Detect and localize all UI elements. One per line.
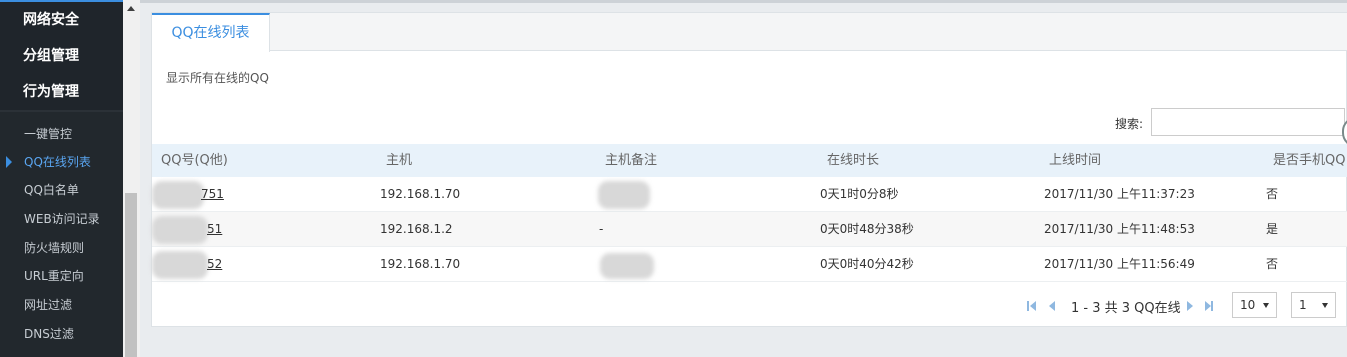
main-panel: QQ在线列表 显示所有在线的QQ 搜索: QQ号(Q他) 主机 主机备注 在线时…: [151, 12, 1347, 327]
qq-number-link[interactable]: 51: [207, 212, 222, 247]
redacted-blur: [152, 251, 208, 279]
next-page-icon[interactable]: [1187, 301, 1193, 311]
column-is-mobile-qq[interactable]: 是否手机QQ: [1273, 144, 1345, 177]
column-host[interactable]: 主机: [386, 144, 412, 177]
scroll-thumb[interactable]: [125, 193, 137, 357]
redacted-blur: [600, 253, 654, 279]
page-number-select[interactable]: 1: [1291, 292, 1336, 318]
login-time-cell: 2017/11/30 上午11:37:23: [1044, 187, 1195, 201]
column-login-time[interactable]: 上线时间: [1049, 144, 1101, 177]
table-row: 52 192.168.1.70 0天0时40分42秒 2017/11/30 上午…: [152, 247, 1347, 282]
search-input[interactable]: [1151, 108, 1345, 136]
login-time-cell: 2017/11/30 上午11:56:49: [1044, 257, 1195, 271]
chevron-down-icon: [1322, 303, 1328, 308]
sidebar-category-group-management[interactable]: 分组管理: [0, 38, 123, 74]
first-page-icon[interactable]: [1030, 301, 1036, 311]
qq-number-link[interactable]: 751: [201, 177, 224, 212]
search-label: 搜索:: [1115, 117, 1144, 131]
login-time-cell: 2017/11/30 上午11:48:53: [1044, 222, 1195, 236]
host-cell: 192.168.1.70: [380, 257, 461, 271]
sidebar-scrollbar[interactable]: [123, 0, 140, 357]
mobile-cell: 否: [1266, 187, 1279, 201]
sidebar-item-qq-online-list[interactable]: QQ在线列表: [0, 148, 123, 176]
sidebar-item-one-key-control[interactable]: 一键管控: [0, 120, 123, 148]
sidebar-category-behavior-management[interactable]: 行为管理: [0, 74, 123, 110]
main-top-strip: [140, 0, 1347, 3]
duration-cell: 0天0时40分42秒: [820, 257, 914, 271]
qq-number-link[interactable]: 52: [207, 247, 222, 282]
column-online-duration[interactable]: 在线时长: [827, 144, 879, 177]
sidebar-item-web-access-log[interactable]: WEB访问记录: [0, 205, 123, 233]
sidebar-submenu: 一键管控 QQ在线列表 QQ白名单 WEB访问记录 防火墙规则 URL重定向 网…: [0, 112, 123, 357]
duration-cell: 0天1时0分8秒: [820, 187, 899, 201]
pager-summary: 1 - 3 共 3 QQ在线: [1071, 301, 1181, 316]
column-qq[interactable]: QQ号(Q他): [161, 144, 228, 177]
redacted-blur: [152, 181, 204, 209]
table-row: 751 192.168.1.70 0天1时0分8秒 2017/11/30 上午1…: [152, 177, 1347, 212]
sidebar-category-network-security[interactable]: 网络安全: [0, 2, 123, 38]
tab-bar: QQ在线列表: [152, 13, 1347, 52]
sidebar-item-qq-whitelist[interactable]: QQ白名单: [0, 176, 123, 204]
sidebar-item-label: QQ在线列表: [24, 155, 91, 169]
host-cell: 192.168.1.70: [380, 187, 461, 201]
page-number-value: 1: [1299, 298, 1307, 312]
scroll-up-arrow-icon[interactable]: [127, 6, 135, 11]
tab-qq-online-list[interactable]: QQ在线列表: [152, 13, 270, 52]
first-page-icon-bar: [1027, 301, 1029, 311]
duration-cell: 0天0时48分38秒: [820, 222, 914, 236]
sidebar: 网络安全 分组管理 行为管理 一键管控 QQ在线列表 QQ白名单 WEB访问记录…: [0, 0, 123, 357]
page-size-value: 10: [1240, 298, 1256, 312]
sidebar-item-url-filter[interactable]: 网址过滤: [0, 291, 123, 319]
redacted-blur: [598, 181, 650, 209]
sidebar-item-dns-filter[interactable]: DNS过滤: [0, 320, 123, 348]
host-note-cell: -: [599, 222, 604, 236]
page-description: 显示所有在线的QQ: [166, 71, 269, 85]
mobile-cell: 是: [1266, 222, 1279, 236]
host-cell: 192.168.1.2: [380, 222, 453, 236]
sidebar-item-url-redirect[interactable]: URL重定向: [0, 262, 123, 290]
redacted-blur: [152, 216, 208, 244]
table-row: 51 192.168.1.2 - 0天0时48分38秒 2017/11/30 上…: [152, 212, 1347, 247]
column-host-note[interactable]: 主机备注: [605, 144, 657, 177]
sidebar-item-firewall-rules[interactable]: 防火墙规则: [0, 234, 123, 262]
page-size-select[interactable]: 10: [1232, 292, 1277, 318]
active-arrow-icon: [6, 156, 12, 168]
last-page-icon-bar: [1211, 301, 1213, 311]
chevron-down-icon: [1263, 303, 1269, 308]
prev-page-icon[interactable]: [1049, 301, 1055, 311]
table-header: QQ号(Q他) 主机 主机备注 在线时长 上线时间 是否手机QQ: [152, 144, 1347, 177]
mobile-cell: 否: [1266, 257, 1279, 271]
